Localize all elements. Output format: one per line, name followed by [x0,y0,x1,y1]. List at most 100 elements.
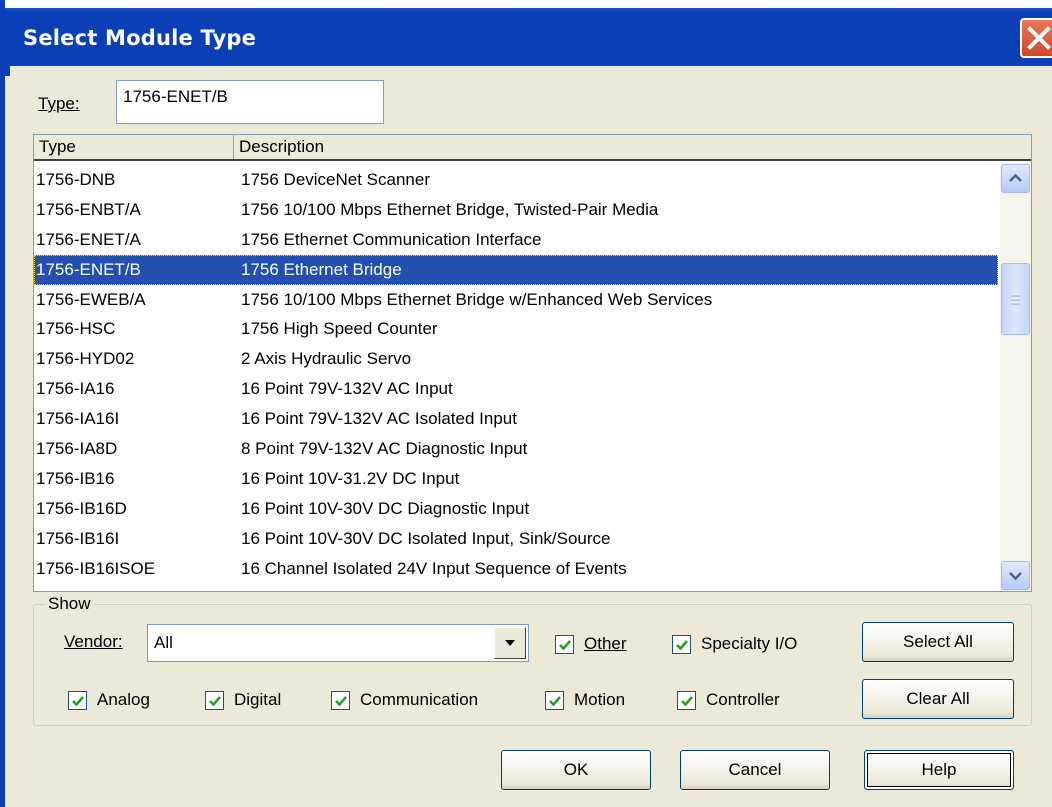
row-type-cell: 1756-ENBT/A [36,199,141,219]
checkbox-communication-box[interactable] [331,690,350,710]
vertical-scrollbar[interactable] [1000,163,1031,591]
column-header-type[interactable]: Type [34,135,234,159]
row-description-cell: 1756 10/100 Mbps Ethernet Bridge w/Enhan… [241,289,713,309]
list-row[interactable]: 1756-IA16I 16 Point 79V-132V AC Isolated … [34,404,998,434]
row-type-cell: 1756-HSC [36,319,116,339]
row-description-cell: 16 Point 79V-132V AC Input [241,379,453,399]
row-description-cell: 2 Axis Hydraulic Servo [241,349,412,369]
checkbox-other-box[interactable] [555,634,574,654]
close-icon [1027,26,1051,50]
checkbox-motion-box[interactable] [545,690,564,710]
module-list[interactable]: Type Description 1756-DNB 1756 DeviceNet … [33,134,1032,592]
show-legend: Show [45,594,94,614]
checkbox-controller-box[interactable] [677,690,696,710]
list-row[interactable]: 1756-ENET/A 1756 Ethernet Communication I… [34,225,998,255]
list-row[interactable]: 1756-IB16ISOE 16 Channel Isolated 24V Inp… [34,554,998,584]
title-bar[interactable]: Select Module Type [5,0,1052,76]
checkbox-digital[interactable]: Digital [205,690,281,710]
list-row[interactable]: 1756-IA8D 8 Point 79V-132V AC Diagnostic … [34,434,998,464]
list-row[interactable]: 1756-ENBT/A 1756 10/100 Mbps Ethernet Bri… [34,195,998,225]
checkbox-analog[interactable]: Analog [68,690,150,710]
checkbox-analog-label: Analog [97,690,150,709]
row-type-cell: 1756-EWEB/A [36,289,146,309]
row-description-cell: 16 Point 10V-30V DC Isolated Input, Sink… [241,528,611,548]
row-type-cell: 1756-IB16ISOE [36,558,156,578]
checkbox-controller[interactable]: Controller [677,690,780,710]
row-type-cell: 1756-HYD02 [36,349,135,369]
row-type-cell: 1756-IA16I [36,409,120,429]
row-type-cell: 1756-ENET/A [36,229,141,249]
scroll-thumb[interactable] [1001,263,1030,335]
vendor-select[interactable]: All [147,624,529,662]
clear-all-label: Clear All [906,689,970,708]
list-row[interactable]: 1756-HYD02 2 Axis Hydraulic Servo [34,344,998,374]
checkbox-communication-label: Communication [360,690,479,709]
type-label: Type: [38,94,80,114]
chevron-up-icon [1009,173,1022,182]
row-description-cell: 1756 High Speed Counter [241,319,438,339]
checkbox-controller-label: Controller [706,690,780,709]
row-description-cell: 16 Channel Isolated 24V Input Sequence o… [241,558,627,578]
clear-all-button[interactable]: Clear All [862,679,1014,719]
checkbox-motion[interactable]: Motion [545,690,625,710]
checkmark-icon [676,639,688,650]
vendor-label-text: Vendor: [64,632,123,651]
row-description-cell: 8 Point 79V-132V AC Diagnostic Input [241,439,528,459]
ok-button[interactable]: OK [501,750,651,790]
list-row[interactable]: 1756-HSC 1756 High Speed Counter [34,314,998,344]
list-row[interactable]: 1756-IA16 16 Point 79V-132V AC Input [34,374,998,404]
list-row[interactable]: 1756-DNB 1756 DeviceNet Scanner [34,165,998,195]
checkbox-specialty-io-label: Specialty I/O [701,634,798,653]
dialog-title: Select Module Type [23,26,257,50]
list-header: Type Description [34,135,1031,161]
checkbox-digital-label: Digital [234,690,282,709]
list-row[interactable]: 1756-IB16D 16 Point 10V-30V DC Diagnostic… [34,494,998,524]
list-rows: 1756-DNB 1756 DeviceNet Scanner 1756-ENBT/… [34,165,998,583]
scroll-down-button[interactable] [1001,561,1030,590]
row-description-cell: 16 Point 79V-132V AC Isolated Input [241,409,517,429]
checkmark-icon [209,695,221,706]
list-row[interactable]: 1756-ENET/B 1756 Ethernet Bridge [34,254,998,285]
close-button[interactable] [1020,18,1052,58]
checkbox-specialty-io-box[interactable] [672,634,691,654]
checkbox-motion-label: Motion [574,690,626,709]
help-label: Help [921,760,957,779]
chevron-down-icon [1009,572,1022,581]
vendor-label: Vendor: [64,632,123,652]
vendor-select-value: All [154,633,173,652]
checkmark-icon [681,695,693,706]
vendor-dropdown-button[interactable] [494,627,526,659]
row-description-cell: 1756 Ethernet Bridge [241,259,402,279]
select-all-label: Select All [903,632,973,651]
row-type-cell: 1756-DNB [36,170,116,189]
list-row[interactable]: 1756-IB16 16 Point 10V-31.2V DC Input [34,464,998,494]
row-type-cell: 1756-IB16D [36,498,127,518]
checkmark-icon [559,639,571,650]
row-description-cell: 16 Point 10V-30V DC Diagnostic Input [241,498,530,518]
title-bar-top-edge [5,0,1052,8]
checkbox-digital-box[interactable] [205,690,224,710]
row-description-cell: 1756 DeviceNet Scanner [241,170,431,189]
row-type-cell: 1756-IB16 [36,468,115,488]
checkmark-icon [549,695,561,706]
list-row[interactable]: 1756-EWEB/A 1756 10/100 Mbps Ethernet Bri… [34,285,998,315]
ok-label: OK [563,760,589,779]
column-header-description[interactable]: Description [234,135,1031,159]
cancel-button[interactable]: Cancel [680,750,830,790]
checkbox-specialty-io[interactable]: Specialty I/O [672,634,797,654]
checkmark-icon [335,695,347,706]
select-all-button[interactable]: Select All [862,622,1014,662]
checkbox-communication[interactable]: Communication [331,690,478,710]
checkbox-analog-box[interactable] [68,690,87,710]
type-input[interactable]: 1756-ENET/B [116,80,384,124]
checkbox-other[interactable]: Other [555,634,627,654]
row-type-cell: 1756-IA16 [36,379,115,399]
row-description-cell: 1756 Ethernet Communication Interface [241,229,542,249]
dropdown-arrow-icon [505,640,515,646]
checkmark-icon [72,695,84,706]
list-row[interactable]: 1756-IB16I 16 Point 10V-30V DC Isolated I… [34,524,998,554]
scroll-up-button[interactable] [1001,164,1030,193]
row-type-cell: 1756-IB16I [36,528,120,548]
help-button[interactable]: Help [864,750,1014,790]
grip-icon [1011,294,1020,305]
